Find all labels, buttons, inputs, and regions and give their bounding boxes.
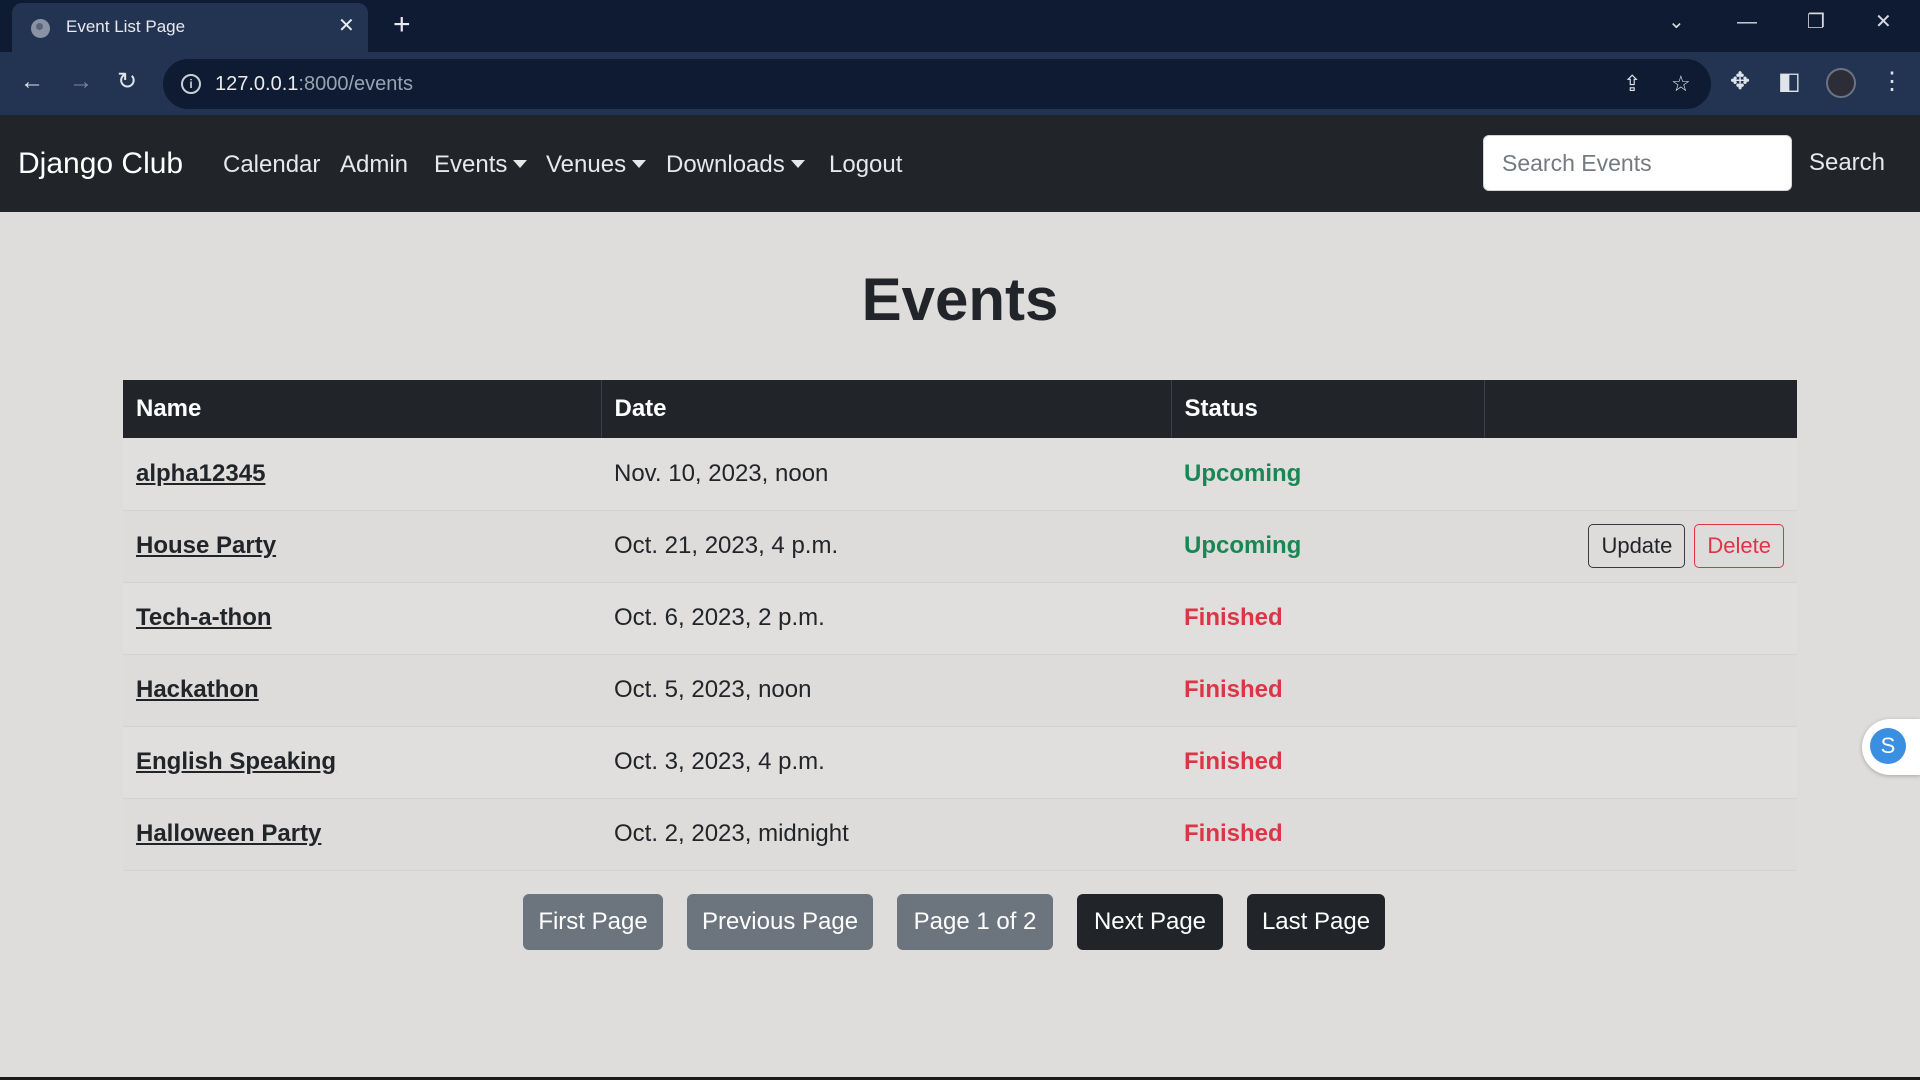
extensions-icon[interactable]: ✥ [1730, 67, 1750, 97]
reload-icon[interactable]: ↻ [117, 67, 137, 97]
nav-venues-dropdown[interactable]: Venues [546, 151, 647, 179]
date-cell: Oct. 5, 2023, noon [601, 654, 1171, 727]
bookmark-star-icon[interactable]: ☆ [1671, 71, 1691, 97]
page-title: Events [861, 266, 1059, 333]
brand-link[interactable]: Django Club [18, 147, 183, 181]
new-tab-icon[interactable]: + [393, 9, 411, 41]
side-widget[interactable]: S [1862, 719, 1920, 775]
globe-icon [31, 19, 50, 38]
delete-button[interactable]: Delete [1694, 524, 1784, 568]
table-row: Tech-a-thon Oct. 6, 2023, 2 p.m. Finished [123, 582, 1797, 655]
status-badge: Finished [1184, 748, 1283, 775]
next-page-button[interactable]: Next Page [1077, 894, 1223, 950]
status-badge: Upcoming [1184, 532, 1302, 559]
search-input[interactable] [1483, 135, 1792, 191]
status-badge: Finished [1184, 820, 1283, 847]
s-widget-icon: S [1870, 728, 1906, 764]
nav-downloads-dropdown[interactable]: Downloads [666, 151, 805, 179]
first-page-button[interactable]: First Page [523, 894, 663, 950]
browser-toolbar: ← → ↻ i 127.0.0.1:8000/events ⇪ ☆ ✥ ◧ ⋮ [0, 52, 1920, 115]
nav-calendar[interactable]: Calendar [223, 151, 320, 179]
forward-icon[interactable]: → [69, 67, 93, 97]
event-name-link[interactable]: Tech-a-thon [136, 604, 272, 631]
tab-search-icon[interactable]: ⌄ [1668, 8, 1685, 36]
profile-avatar-icon[interactable] [1826, 68, 1856, 98]
nav-events-dropdown[interactable]: Events [434, 151, 528, 179]
caret-down-icon [513, 160, 528, 168]
status-cell: Finished [1171, 654, 1484, 727]
restore-icon[interactable]: ❐ [1807, 8, 1825, 36]
column-header-name: Name [123, 380, 601, 438]
menu-kebab-icon[interactable]: ⋮ [1880, 67, 1904, 97]
status-cell: Finished [1171, 582, 1484, 655]
tab-title: Event List Page [66, 17, 186, 36]
share-icon[interactable]: ⇪ [1623, 71, 1641, 97]
event-name-link[interactable]: Halloween Party [136, 820, 321, 847]
date-cell: Oct. 21, 2023, 4 p.m. [601, 510, 1171, 583]
table-row: Halloween Party Oct. 2, 2023, midnight Fin… [123, 798, 1797, 871]
event-name-link[interactable]: English Speaking [136, 748, 336, 775]
table-row: alpha12345 Nov. 10, 2023, noon Upcoming [123, 438, 1797, 511]
events-table: Name Date Status alpha12345 Nov. 10, 2023… [123, 380, 1797, 871]
close-tab-icon[interactable]: ✕ [338, 14, 355, 38]
column-header-status: Status [1170, 380, 1484, 438]
name-cell: Hackathon [123, 654, 601, 727]
name-cell: English Speaking [123, 726, 601, 799]
update-button[interactable]: Update [1588, 524, 1686, 568]
window-close-icon[interactable]: ✕ [1875, 8, 1892, 36]
caret-down-icon [790, 160, 805, 168]
side-panel-icon[interactable]: ◧ [1778, 67, 1801, 97]
table-row: Hackathon Oct. 5, 2023, noon Finished [123, 654, 1797, 727]
actions-cell [1484, 582, 1797, 655]
actions-cell [1484, 654, 1797, 727]
event-name-link[interactable]: House Party [136, 532, 276, 559]
name-cell: Halloween Party [123, 798, 601, 871]
status-cell: Upcoming [1171, 438, 1484, 511]
nav-logout[interactable]: Logout [829, 151, 902, 179]
date-cell: Oct. 3, 2023, 4 p.m. [601, 726, 1171, 799]
nav-admin[interactable]: Admin [340, 151, 408, 179]
status-badge: Finished [1184, 676, 1283, 703]
browser-tab[interactable]: Event List Page ✕ [12, 3, 368, 52]
actions-cell [1484, 438, 1797, 511]
minimize-icon[interactable]: — [1737, 8, 1757, 36]
address-bar[interactable]: i 127.0.0.1:8000/events ⇪ ☆ [163, 59, 1711, 109]
search-button[interactable]: Search [1797, 135, 1897, 191]
status-cell: Upcoming [1171, 510, 1484, 583]
actions-cell: Update Delete [1484, 510, 1797, 583]
name-cell: Tech-a-thon [123, 582, 601, 655]
column-header-date: Date [600, 380, 1171, 438]
event-name-link[interactable]: alpha12345 [136, 460, 265, 487]
site-info-icon[interactable]: i [181, 74, 201, 94]
back-icon[interactable]: ← [20, 67, 44, 97]
status-cell: Finished [1171, 798, 1484, 871]
table-header-row: Name Date Status [123, 380, 1797, 438]
previous-page-button[interactable]: Previous Page [687, 894, 873, 950]
status-badge: Finished [1184, 604, 1283, 631]
date-cell: Oct. 6, 2023, 2 p.m. [601, 582, 1171, 655]
table-row: House Party Oct. 21, 2023, 4 p.m. Upcoming… [123, 510, 1797, 583]
site-navbar: Django Club Calendar Admin Events Venues… [0, 115, 1920, 212]
url-text[interactable]: 127.0.0.1:8000/events [215, 73, 413, 96]
actions-cell [1484, 726, 1797, 799]
status-badge: Upcoming [1184, 459, 1302, 487]
name-cell: alpha12345 [123, 438, 601, 511]
actions-cell [1484, 798, 1797, 871]
event-name-link[interactable]: Hackathon [136, 676, 259, 703]
status-cell: Finished [1171, 726, 1484, 799]
caret-down-icon [632, 160, 647, 168]
last-page-button[interactable]: Last Page [1247, 894, 1385, 950]
date-cell: Nov. 10, 2023, noon [601, 438, 1171, 511]
browser-tabstrip: Event List Page ✕ + ⌄ — ❐ ✕ [0, 0, 1920, 52]
table-row: English Speaking Oct. 3, 2023, 4 p.m. Fini… [123, 726, 1797, 799]
name-cell: House Party [123, 510, 601, 583]
date-cell: Oct. 2, 2023, midnight [601, 798, 1171, 871]
column-header-actions [1483, 380, 1797, 438]
page-indicator: Page 1 of 2 [897, 894, 1053, 950]
